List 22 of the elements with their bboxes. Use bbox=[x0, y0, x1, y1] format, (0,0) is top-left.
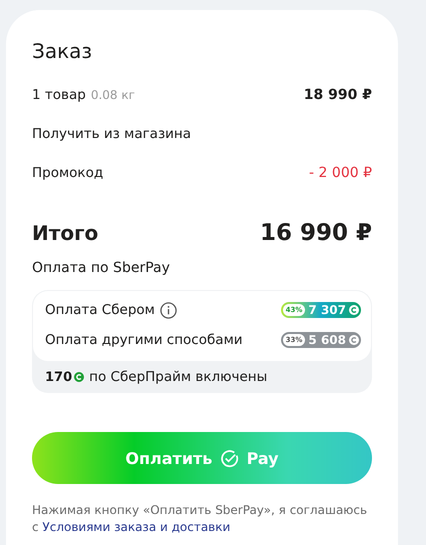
prime-bonus-text: по СберПрайм включены bbox=[89, 369, 268, 385]
terms-link[interactable]: Условиями заказа и доставки bbox=[42, 520, 230, 534]
payment-option-label: Оплата другими способами bbox=[45, 332, 243, 348]
line-label: Получить из магазина bbox=[32, 126, 192, 142]
line-label: 1 товар bbox=[32, 86, 86, 102]
line-value: - 2 000 ₽ bbox=[309, 164, 372, 180]
bonus-amount: 5 608 bbox=[308, 333, 346, 347]
weight-label: 0.08 кг bbox=[90, 88, 135, 102]
bonus-coin-icon bbox=[349, 305, 359, 315]
line-label: Промокод bbox=[32, 164, 104, 180]
total-label: Итого bbox=[32, 221, 98, 245]
prime-bonus-amount: 170 bbox=[45, 370, 72, 384]
order-title: Заказ bbox=[32, 38, 94, 65]
check-circle-icon bbox=[220, 448, 239, 468]
bonus-coin-icon bbox=[74, 372, 84, 382]
payment-option-label: Оплата Сбером bbox=[45, 302, 155, 318]
total-value: 16 990 ₽ bbox=[260, 220, 372, 246]
line-value: 18 990 ₽ bbox=[304, 86, 372, 102]
consent-text: Нажимая кнопку «Оплатить SberPay», я соглашаюсь с Условиями заказа и доставки bbox=[32, 502, 368, 536]
info-icon[interactable] bbox=[160, 302, 177, 318]
bonus-amount: 7 307 bbox=[308, 303, 346, 317]
payment-method-label: Оплата по SberPay bbox=[32, 260, 171, 278]
